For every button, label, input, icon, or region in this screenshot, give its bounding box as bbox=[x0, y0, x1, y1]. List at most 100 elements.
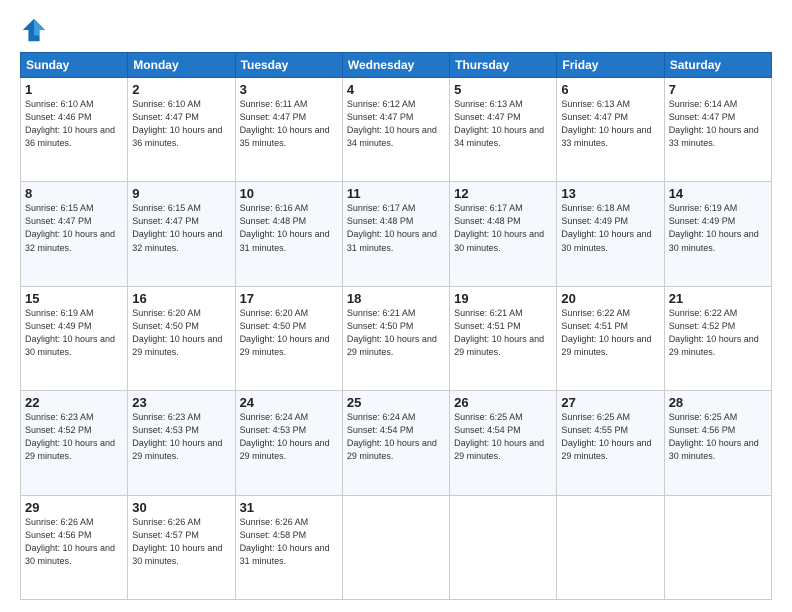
calendar-week-4: 22 Sunrise: 6:23 AM Sunset: 4:52 PM Dayl… bbox=[21, 391, 772, 495]
calendar-cell: 9 Sunrise: 6:15 AM Sunset: 4:47 PM Dayli… bbox=[128, 182, 235, 286]
day-number: 8 bbox=[25, 186, 123, 201]
day-info: Sunrise: 6:25 AM Sunset: 4:54 PM Dayligh… bbox=[454, 411, 552, 463]
day-number: 6 bbox=[561, 82, 659, 97]
calendar-cell bbox=[342, 495, 449, 599]
calendar-cell bbox=[557, 495, 664, 599]
day-number: 9 bbox=[132, 186, 230, 201]
calendar-week-3: 15 Sunrise: 6:19 AM Sunset: 4:49 PM Dayl… bbox=[21, 286, 772, 390]
day-number: 29 bbox=[25, 500, 123, 515]
calendar-cell: 7 Sunrise: 6:14 AM Sunset: 4:47 PM Dayli… bbox=[664, 78, 771, 182]
day-info: Sunrise: 6:10 AM Sunset: 4:47 PM Dayligh… bbox=[132, 98, 230, 150]
calendar-cell: 10 Sunrise: 6:16 AM Sunset: 4:48 PM Dayl… bbox=[235, 182, 342, 286]
day-number: 14 bbox=[669, 186, 767, 201]
calendar-table: SundayMondayTuesdayWednesdayThursdayFrid… bbox=[20, 52, 772, 600]
column-header-thursday: Thursday bbox=[450, 53, 557, 78]
day-number: 18 bbox=[347, 291, 445, 306]
calendar-cell: 3 Sunrise: 6:11 AM Sunset: 4:47 PM Dayli… bbox=[235, 78, 342, 182]
day-number: 13 bbox=[561, 186, 659, 201]
logo-icon bbox=[20, 16, 48, 44]
calendar-cell: 23 Sunrise: 6:23 AM Sunset: 4:53 PM Dayl… bbox=[128, 391, 235, 495]
calendar-cell: 29 Sunrise: 6:26 AM Sunset: 4:56 PM Dayl… bbox=[21, 495, 128, 599]
day-number: 10 bbox=[240, 186, 338, 201]
page: SundayMondayTuesdayWednesdayThursdayFrid… bbox=[0, 0, 792, 612]
calendar-cell: 21 Sunrise: 6:22 AM Sunset: 4:52 PM Dayl… bbox=[664, 286, 771, 390]
day-info: Sunrise: 6:22 AM Sunset: 4:51 PM Dayligh… bbox=[561, 307, 659, 359]
calendar-cell: 24 Sunrise: 6:24 AM Sunset: 4:53 PM Dayl… bbox=[235, 391, 342, 495]
calendar-cell: 17 Sunrise: 6:20 AM Sunset: 4:50 PM Dayl… bbox=[235, 286, 342, 390]
calendar-cell: 22 Sunrise: 6:23 AM Sunset: 4:52 PM Dayl… bbox=[21, 391, 128, 495]
calendar-header-row: SundayMondayTuesdayWednesdayThursdayFrid… bbox=[21, 53, 772, 78]
day-info: Sunrise: 6:23 AM Sunset: 4:53 PM Dayligh… bbox=[132, 411, 230, 463]
column-header-monday: Monday bbox=[128, 53, 235, 78]
day-number: 20 bbox=[561, 291, 659, 306]
header bbox=[20, 16, 772, 44]
day-info: Sunrise: 6:13 AM Sunset: 4:47 PM Dayligh… bbox=[561, 98, 659, 150]
day-number: 21 bbox=[669, 291, 767, 306]
day-number: 30 bbox=[132, 500, 230, 515]
calendar-cell: 18 Sunrise: 6:21 AM Sunset: 4:50 PM Dayl… bbox=[342, 286, 449, 390]
day-info: Sunrise: 6:21 AM Sunset: 4:51 PM Dayligh… bbox=[454, 307, 552, 359]
column-header-wednesday: Wednesday bbox=[342, 53, 449, 78]
day-info: Sunrise: 6:18 AM Sunset: 4:49 PM Dayligh… bbox=[561, 202, 659, 254]
calendar-cell: 6 Sunrise: 6:13 AM Sunset: 4:47 PM Dayli… bbox=[557, 78, 664, 182]
calendar-cell: 28 Sunrise: 6:25 AM Sunset: 4:56 PM Dayl… bbox=[664, 391, 771, 495]
calendar-cell: 11 Sunrise: 6:17 AM Sunset: 4:48 PM Dayl… bbox=[342, 182, 449, 286]
calendar-cell: 12 Sunrise: 6:17 AM Sunset: 4:48 PM Dayl… bbox=[450, 182, 557, 286]
calendar-week-5: 29 Sunrise: 6:26 AM Sunset: 4:56 PM Dayl… bbox=[21, 495, 772, 599]
calendar-week-2: 8 Sunrise: 6:15 AM Sunset: 4:47 PM Dayli… bbox=[21, 182, 772, 286]
day-number: 11 bbox=[347, 186, 445, 201]
day-info: Sunrise: 6:11 AM Sunset: 4:47 PM Dayligh… bbox=[240, 98, 338, 150]
calendar-cell: 4 Sunrise: 6:12 AM Sunset: 4:47 PM Dayli… bbox=[342, 78, 449, 182]
calendar-week-1: 1 Sunrise: 6:10 AM Sunset: 4:46 PM Dayli… bbox=[21, 78, 772, 182]
calendar-cell: 13 Sunrise: 6:18 AM Sunset: 4:49 PM Dayl… bbox=[557, 182, 664, 286]
day-number: 24 bbox=[240, 395, 338, 410]
day-number: 23 bbox=[132, 395, 230, 410]
day-info: Sunrise: 6:26 AM Sunset: 4:56 PM Dayligh… bbox=[25, 516, 123, 568]
calendar-cell: 15 Sunrise: 6:19 AM Sunset: 4:49 PM Dayl… bbox=[21, 286, 128, 390]
day-number: 4 bbox=[347, 82, 445, 97]
day-info: Sunrise: 6:25 AM Sunset: 4:56 PM Dayligh… bbox=[669, 411, 767, 463]
day-number: 5 bbox=[454, 82, 552, 97]
day-info: Sunrise: 6:25 AM Sunset: 4:55 PM Dayligh… bbox=[561, 411, 659, 463]
day-info: Sunrise: 6:15 AM Sunset: 4:47 PM Dayligh… bbox=[25, 202, 123, 254]
day-info: Sunrise: 6:10 AM Sunset: 4:46 PM Dayligh… bbox=[25, 98, 123, 150]
calendar-cell bbox=[450, 495, 557, 599]
day-info: Sunrise: 6:24 AM Sunset: 4:54 PM Dayligh… bbox=[347, 411, 445, 463]
calendar-cell bbox=[664, 495, 771, 599]
day-number: 12 bbox=[454, 186, 552, 201]
day-number: 26 bbox=[454, 395, 552, 410]
day-info: Sunrise: 6:13 AM Sunset: 4:47 PM Dayligh… bbox=[454, 98, 552, 150]
calendar-cell: 25 Sunrise: 6:24 AM Sunset: 4:54 PM Dayl… bbox=[342, 391, 449, 495]
day-number: 19 bbox=[454, 291, 552, 306]
day-info: Sunrise: 6:14 AM Sunset: 4:47 PM Dayligh… bbox=[669, 98, 767, 150]
day-info: Sunrise: 6:12 AM Sunset: 4:47 PM Dayligh… bbox=[347, 98, 445, 150]
calendar-cell: 5 Sunrise: 6:13 AM Sunset: 4:47 PM Dayli… bbox=[450, 78, 557, 182]
calendar-cell: 30 Sunrise: 6:26 AM Sunset: 4:57 PM Dayl… bbox=[128, 495, 235, 599]
day-number: 15 bbox=[25, 291, 123, 306]
day-info: Sunrise: 6:24 AM Sunset: 4:53 PM Dayligh… bbox=[240, 411, 338, 463]
column-header-sunday: Sunday bbox=[21, 53, 128, 78]
day-info: Sunrise: 6:19 AM Sunset: 4:49 PM Dayligh… bbox=[669, 202, 767, 254]
day-info: Sunrise: 6:22 AM Sunset: 4:52 PM Dayligh… bbox=[669, 307, 767, 359]
day-number: 31 bbox=[240, 500, 338, 515]
day-number: 1 bbox=[25, 82, 123, 97]
day-info: Sunrise: 6:17 AM Sunset: 4:48 PM Dayligh… bbox=[347, 202, 445, 254]
day-info: Sunrise: 6:17 AM Sunset: 4:48 PM Dayligh… bbox=[454, 202, 552, 254]
day-info: Sunrise: 6:16 AM Sunset: 4:48 PM Dayligh… bbox=[240, 202, 338, 254]
day-info: Sunrise: 6:26 AM Sunset: 4:58 PM Dayligh… bbox=[240, 516, 338, 568]
column-header-tuesday: Tuesday bbox=[235, 53, 342, 78]
day-number: 27 bbox=[561, 395, 659, 410]
calendar-cell: 14 Sunrise: 6:19 AM Sunset: 4:49 PM Dayl… bbox=[664, 182, 771, 286]
calendar-cell: 1 Sunrise: 6:10 AM Sunset: 4:46 PM Dayli… bbox=[21, 78, 128, 182]
calendar-cell: 19 Sunrise: 6:21 AM Sunset: 4:51 PM Dayl… bbox=[450, 286, 557, 390]
day-info: Sunrise: 6:20 AM Sunset: 4:50 PM Dayligh… bbox=[132, 307, 230, 359]
calendar-cell: 2 Sunrise: 6:10 AM Sunset: 4:47 PM Dayli… bbox=[128, 78, 235, 182]
calendar-cell: 16 Sunrise: 6:20 AM Sunset: 4:50 PM Dayl… bbox=[128, 286, 235, 390]
day-number: 17 bbox=[240, 291, 338, 306]
day-info: Sunrise: 6:15 AM Sunset: 4:47 PM Dayligh… bbox=[132, 202, 230, 254]
day-info: Sunrise: 6:23 AM Sunset: 4:52 PM Dayligh… bbox=[25, 411, 123, 463]
day-info: Sunrise: 6:26 AM Sunset: 4:57 PM Dayligh… bbox=[132, 516, 230, 568]
day-number: 3 bbox=[240, 82, 338, 97]
logo bbox=[20, 16, 52, 44]
day-number: 22 bbox=[25, 395, 123, 410]
